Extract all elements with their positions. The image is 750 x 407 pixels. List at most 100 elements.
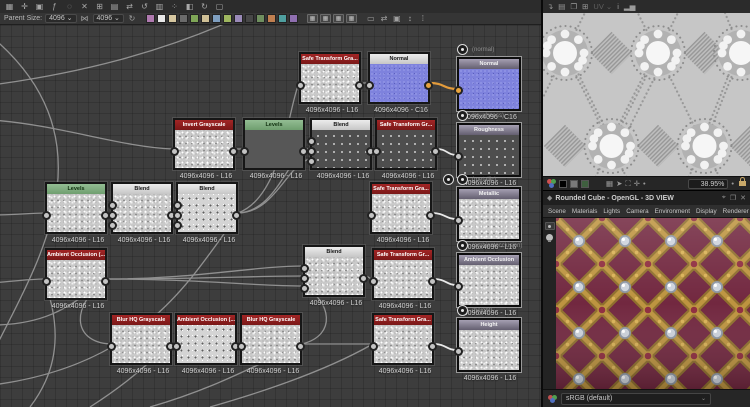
background-black-swatch[interactable] bbox=[559, 180, 567, 188]
toolbar-tail-icon-0[interactable]: ▭ bbox=[366, 14, 376, 23]
output-port[interactable] bbox=[296, 342, 305, 351]
node-output-roughness[interactable]: Roughness4096x4096 - L16(roughness) bbox=[457, 123, 521, 177]
background-gray-swatch[interactable] bbox=[570, 180, 578, 188]
input-port-0[interactable] bbox=[454, 152, 463, 161]
output-node-icon[interactable] bbox=[457, 240, 468, 251]
node-safe-transform-1[interactable]: Safe Transform Gra...4096x4096 - L16 bbox=[299, 52, 361, 104]
input-port-0[interactable] bbox=[172, 342, 181, 351]
node-normal[interactable]: Normal4096x4096 - C16 bbox=[368, 52, 430, 104]
2d-toolbar-icon-3[interactable]: ⊞ bbox=[582, 2, 588, 11]
input-port-0[interactable] bbox=[173, 201, 182, 210]
atomic-node-button-0[interactable] bbox=[146, 14, 155, 23]
node-blur-hq-2[interactable]: Blur HQ Grayscale4096x4096 - L16 bbox=[240, 313, 302, 365]
node-blend-1[interactable]: Blend4096x4096 - L16 bbox=[310, 118, 372, 170]
input-port-0[interactable] bbox=[454, 282, 463, 291]
input-port-0[interactable] bbox=[42, 277, 51, 286]
input-port-0[interactable] bbox=[454, 347, 463, 356]
input-port-2[interactable] bbox=[173, 221, 182, 230]
main-toolbar-icon-6[interactable]: ⊞ bbox=[94, 1, 105, 12]
node-blend-2[interactable]: Blend4096x4096 - L16 bbox=[111, 182, 173, 234]
node-output-height[interactable]: Height4096x4096 - L16(height) bbox=[457, 318, 521, 372]
main-toolbar-icon-3[interactable]: ƒ bbox=[49, 1, 60, 12]
3d-view-titlebar[interactable]: ◆ Rounded Cube - OpenGL - 3D VIEW ⌖❐✕ bbox=[543, 190, 750, 205]
node-safe-transform-3[interactable]: Safe Transform Gra...4096x4096 - L16 bbox=[370, 182, 432, 234]
atomic-node-button-7[interactable] bbox=[223, 14, 232, 23]
main-toolbar-icon-14[interactable]: ▢ bbox=[214, 1, 225, 12]
main-toolbar-icon-2[interactable]: ▣ bbox=[34, 1, 45, 12]
view-toggle-1[interactable]: ▦ bbox=[320, 14, 331, 23]
atomic-node-button-9[interactable] bbox=[245, 14, 254, 23]
output-size-dropdown[interactable]: 4096 ⌄ bbox=[93, 14, 124, 23]
float-icon[interactable]: ❐ bbox=[730, 194, 736, 202]
main-toolbar-icon-9[interactable]: ↺ bbox=[139, 1, 150, 12]
atomic-node-button-8[interactable] bbox=[234, 14, 243, 23]
pin-node-icon[interactable] bbox=[443, 174, 454, 185]
output-port[interactable] bbox=[229, 147, 238, 156]
main-toolbar-icon-8[interactable]: ⇄ bbox=[124, 1, 135, 12]
input-port-0[interactable] bbox=[454, 86, 463, 95]
3d-viewport[interactable] bbox=[556, 218, 750, 389]
light-bulb-icon[interactable] bbox=[546, 234, 553, 241]
atomic-node-button-10[interactable] bbox=[256, 14, 265, 23]
parent-size-dropdown[interactable]: 4096 ⌄ bbox=[45, 14, 76, 23]
menu-camera[interactable]: Camera bbox=[626, 208, 648, 215]
main-toolbar-icon-11[interactable]: ⁘ bbox=[169, 1, 180, 12]
main-toolbar-icon-1[interactable]: ✛ bbox=[19, 1, 30, 12]
atomic-node-button-3[interactable] bbox=[179, 14, 188, 23]
input-port-0[interactable] bbox=[237, 342, 246, 351]
output-node-icon[interactable] bbox=[457, 110, 468, 121]
node-safe-transform-5[interactable]: Safe Transform Gra...4096x4096 - L16 bbox=[372, 313, 434, 365]
view-toggle-2[interactable]: ▦ bbox=[333, 14, 344, 23]
input-port-1[interactable] bbox=[173, 211, 182, 220]
pin-icon[interactable]: ⌖ bbox=[722, 194, 726, 202]
input-port-1[interactable] bbox=[108, 211, 117, 220]
main-toolbar-icon-12[interactable]: ◧ bbox=[184, 1, 195, 12]
node-invert-grayscale[interactable]: Invert Grayscale4096x4096 - L16 bbox=[173, 118, 235, 170]
pointer-tool-icon[interactable]: ➤ bbox=[616, 179, 622, 188]
output-node-icon[interactable] bbox=[457, 44, 468, 55]
menu-lights[interactable]: Lights bbox=[603, 208, 620, 215]
input-port-0[interactable] bbox=[300, 264, 309, 273]
atomic-node-button-4[interactable] bbox=[190, 14, 199, 23]
input-port-0[interactable] bbox=[240, 147, 249, 156]
atomic-node-button-2[interactable] bbox=[168, 14, 177, 23]
output-port[interactable] bbox=[431, 147, 440, 156]
main-toolbar-icon-10[interactable]: ▥ bbox=[154, 1, 165, 12]
input-port-2[interactable] bbox=[300, 284, 309, 293]
node-levels-1[interactable]: Levels4096x4096 - L16 bbox=[243, 118, 305, 170]
input-port-0[interactable] bbox=[369, 277, 378, 286]
output-port[interactable] bbox=[232, 211, 241, 220]
input-port-0[interactable] bbox=[170, 147, 179, 156]
tiling-icon[interactable]: ▦ bbox=[606, 179, 613, 188]
menu-materials[interactable]: Materials bbox=[572, 208, 598, 215]
toolbar-tail-icon-1[interactable]: ⇄ bbox=[379, 14, 389, 23]
colorspace-dropdown[interactable]: sRGB (default) ⌄ bbox=[561, 393, 711, 405]
input-port-0[interactable] bbox=[372, 147, 381, 156]
2d-view-canvas[interactable] bbox=[543, 13, 750, 176]
atomic-node-button-6[interactable] bbox=[212, 14, 221, 23]
lock-zoom-icon[interactable] bbox=[739, 181, 746, 186]
input-port-0[interactable] bbox=[367, 211, 376, 220]
input-port-0[interactable] bbox=[108, 201, 117, 210]
input-port-0[interactable] bbox=[296, 81, 305, 90]
toolbar-tail-icon-3[interactable]: ↕ bbox=[405, 14, 415, 23]
2d-toolbar-icon-1[interactable]: ▤ bbox=[558, 2, 565, 11]
output-port[interactable] bbox=[428, 277, 437, 286]
2d-info-icon-0[interactable]: i bbox=[617, 2, 619, 11]
menu-renderer[interactable]: Renderer bbox=[723, 208, 749, 215]
pan-icon[interactable]: ✛ bbox=[634, 179, 640, 188]
view-toggle-3[interactable]: ▦ bbox=[346, 14, 357, 23]
background-image-swatch[interactable] bbox=[581, 180, 589, 188]
output-port[interactable] bbox=[359, 274, 368, 283]
output-node-icon[interactable] bbox=[457, 305, 468, 316]
color-channels-icon[interactable] bbox=[547, 179, 556, 188]
main-toolbar-icon-7[interactable]: ▤ bbox=[109, 1, 120, 12]
atomic-node-button-5[interactable] bbox=[201, 14, 210, 23]
atomic-node-button-12[interactable] bbox=[278, 14, 287, 23]
input-port-1[interactable] bbox=[307, 147, 316, 156]
node-levels-2[interactable]: Levels4096x4096 - L16 bbox=[45, 182, 107, 234]
output-port[interactable] bbox=[101, 277, 110, 286]
input-port-2[interactable] bbox=[108, 221, 117, 230]
output-port[interactable] bbox=[428, 342, 437, 351]
atomic-node-button-11[interactable] bbox=[267, 14, 276, 23]
